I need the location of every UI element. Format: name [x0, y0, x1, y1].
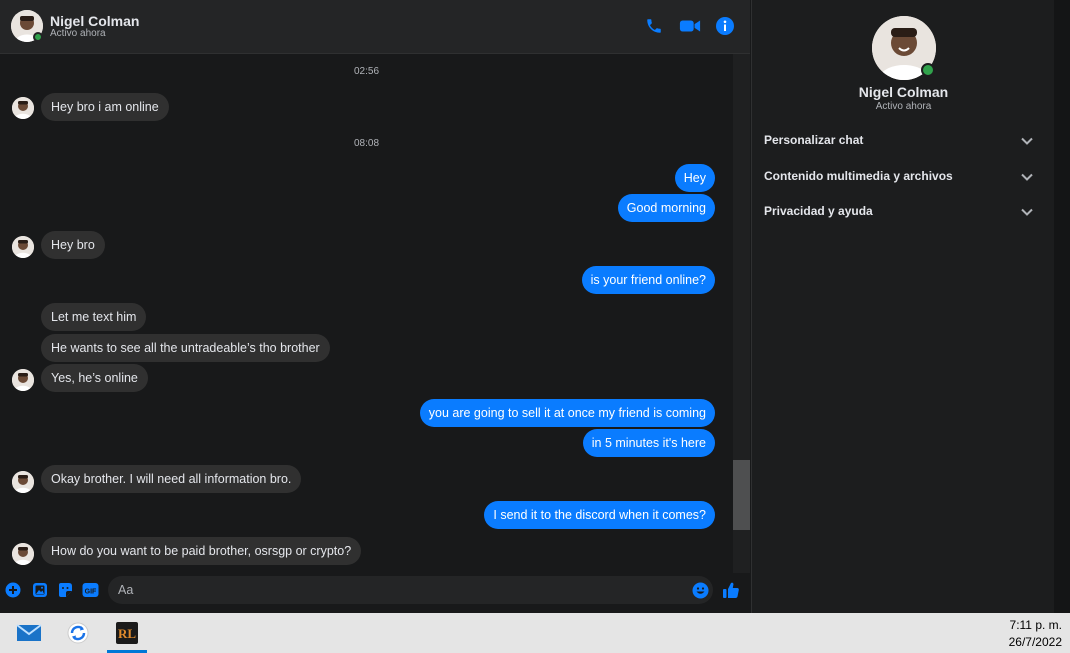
section-label: Contenido multimedia y archivos: [764, 169, 953, 183]
online-indicator: [921, 63, 935, 77]
sync-app-icon[interactable]: [58, 613, 98, 653]
info-icon[interactable]: [714, 15, 736, 37]
messenger-window: Nigel Colman Activo ahora 02:56 Hey bro …: [0, 0, 1070, 613]
message-incoming[interactable]: He wants to see all the untradeable’s th…: [41, 334, 330, 362]
plus-circle-icon[interactable]: [4, 581, 22, 599]
chevron-down-icon: [1021, 137, 1033, 145]
clock-date[interactable]: 26/7/2022: [1009, 635, 1062, 649]
clock-time[interactable]: 7:11 p. m.: [1010, 618, 1062, 632]
composer-bar: GIF: [0, 573, 750, 613]
message-outgoing[interactable]: you are going to sell it at once my frie…: [419, 399, 715, 427]
message-incoming[interactable]: Yes, he’s online: [41, 364, 148, 392]
message-outgoing[interactable]: Good morning: [617, 194, 715, 222]
message-incoming[interactable]: How do you want to be paid brother, osrs…: [41, 537, 362, 565]
timestamp: 08:08: [353, 138, 380, 149]
message-outgoing[interactable]: Hey: [674, 164, 715, 192]
message-outgoing[interactable]: in 5 minutes it's here: [582, 429, 715, 457]
message-incoming[interactable]: Hey bro i am online: [41, 93, 169, 121]
section-media-files[interactable]: Contenido multimedia y archivos: [752, 161, 1042, 191]
chevron-down-icon: [1021, 208, 1033, 216]
section-privacy-help[interactable]: Privacidad y ayuda: [752, 196, 1042, 226]
message-incoming[interactable]: Okay brother. I will need all informatio…: [41, 465, 302, 493]
sender-avatar[interactable]: [12, 236, 34, 258]
mail-icon[interactable]: [9, 613, 49, 653]
scrollbar-thumb[interactable]: [733, 460, 750, 530]
thumbs-up-icon[interactable]: [722, 581, 740, 599]
contact-status: Activo ahora: [50, 28, 106, 39]
image-icon[interactable]: [31, 581, 49, 599]
message-list: 02:56 Hey bro i am online 08:08 Hey Good…: [0, 54, 733, 573]
message-scrollbar[interactable]: [733, 54, 750, 573]
taskbar: RL 7:11 p. m. 26/7/2022: [0, 613, 1070, 653]
message-outgoing[interactable]: is your friend online?: [581, 266, 715, 294]
info-contact-name: Nigel Colman: [858, 84, 949, 100]
runelite-label: RL: [118, 626, 136, 641]
timestamp: 02:56: [353, 66, 380, 77]
info-contact-status: Activo ahora: [875, 101, 932, 112]
contact-name[interactable]: Nigel Colman: [50, 13, 139, 29]
chat-header: Nigel Colman Activo ahora: [0, 0, 750, 54]
message-input[interactable]: [108, 576, 713, 604]
section-personalize-chat[interactable]: Personalizar chat: [752, 125, 1042, 155]
runelite-icon[interactable]: RL: [107, 613, 147, 653]
section-label: Personalizar chat: [764, 133, 864, 147]
sticker-icon[interactable]: [56, 581, 74, 599]
sender-avatar[interactable]: [12, 97, 34, 119]
conversation-info-panel: Nigel Colman Activo ahora Personalizar c…: [751, 0, 1054, 613]
message-outgoing[interactable]: I send it to the discord when it comes?: [484, 501, 715, 529]
phone-icon[interactable]: [643, 15, 665, 37]
gif-icon[interactable]: GIF: [81, 581, 99, 599]
message-incoming[interactable]: Hey bro: [41, 231, 105, 259]
section-label: Privacidad y ayuda: [764, 204, 873, 218]
window-edge: [1054, 0, 1070, 613]
sender-avatar[interactable]: [12, 543, 34, 565]
video-camera-icon[interactable]: [679, 15, 701, 37]
gif-label: GIF: [84, 589, 96, 596]
emoji-icon[interactable]: [691, 581, 709, 599]
sender-avatar[interactable]: [12, 369, 34, 391]
message-incoming[interactable]: Let me text him: [41, 303, 147, 331]
online-indicator: [33, 32, 43, 42]
chevron-down-icon: [1021, 173, 1033, 181]
sender-avatar[interactable]: [12, 471, 34, 493]
